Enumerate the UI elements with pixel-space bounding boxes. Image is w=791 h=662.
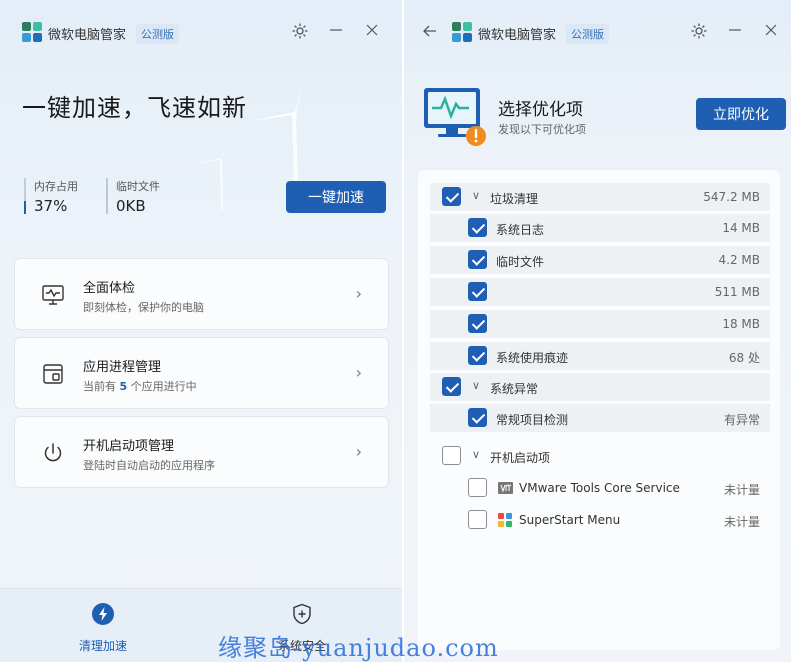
item-label: VMware Tools Core Service bbox=[519, 481, 680, 495]
item-value: 14 MB bbox=[722, 221, 760, 235]
chevron-right-icon: › bbox=[355, 284, 362, 303]
card-title: 全面体检 bbox=[83, 281, 136, 296]
optimize-now-button[interactable]: 立即优化 bbox=[696, 98, 786, 130]
section-label: 开机启动项 bbox=[490, 451, 551, 465]
chevron-down-icon[interactable]: ∨ bbox=[472, 448, 480, 461]
nav-label: 清理加速 bbox=[78, 639, 127, 653]
item-checkbox[interactable] bbox=[468, 346, 487, 365]
list-item[interactable]: 常规项目检测 有异常 bbox=[430, 404, 770, 432]
item-checkbox[interactable] bbox=[468, 510, 487, 529]
chevron-down-icon[interactable]: ∨ bbox=[472, 189, 480, 202]
item-label: 常规项目检测 bbox=[496, 413, 569, 427]
memory-usage-stat: 内存占用 37% bbox=[24, 178, 78, 215]
section-checkbox[interactable] bbox=[442, 446, 461, 465]
section-label: 系统异常 bbox=[490, 382, 539, 396]
list-item[interactable]: SuperStart Menu 未计量 bbox=[430, 506, 770, 534]
optimization-list: ∨ 垃圾清理 547.2 MB 系统日志 14 MB 临时文件 4.2 MB 5… bbox=[418, 170, 780, 650]
watermark-text: 缘聚岛-yuanjudao.com bbox=[218, 634, 499, 662]
item-value: 有异常 bbox=[723, 413, 760, 427]
wind-turbine-illustration bbox=[250, 87, 320, 185]
power-icon bbox=[44, 443, 62, 462]
full-checkup-card[interactable]: 全面体检 即刻体检，保护你的电脑 › bbox=[14, 258, 389, 330]
process-management-card[interactable]: 应用进程管理 当前有 5 个应用进行中 › bbox=[14, 337, 389, 409]
memory-value: 37% bbox=[34, 197, 68, 215]
section-startup-items[interactable]: ∨ 开机启动项 bbox=[430, 442, 770, 470]
close-icon[interactable] bbox=[362, 22, 382, 42]
chevron-right-icon: › bbox=[355, 363, 362, 382]
app-logo-icon bbox=[452, 22, 472, 42]
edition-badge: 公测版 bbox=[566, 24, 609, 44]
title-bar: 微软电脑管家 公测版 bbox=[0, 0, 402, 62]
section-system-anomaly[interactable]: ∨ 系统异常 bbox=[430, 373, 770, 401]
item-checkbox[interactable] bbox=[468, 282, 487, 301]
item-checkbox[interactable] bbox=[468, 408, 487, 427]
list-item[interactable]: 系统日志 14 MB bbox=[430, 214, 770, 242]
running-app-count: 5 bbox=[119, 380, 128, 393]
list-item[interactable]: VMware Tools Core Service 未计量 bbox=[430, 474, 770, 502]
item-value: 68 处 bbox=[728, 351, 760, 365]
item-label: 系统日志 bbox=[496, 223, 545, 237]
cleanup-window: 微软电脑管家 公测版 一键加速，飞速如新 内存占用 37% 临时文件 0KB 一… bbox=[0, 0, 402, 662]
vmware-icon bbox=[498, 482, 513, 494]
card-subtitle: 即刻体检，保护你的电脑 bbox=[83, 301, 204, 314]
optimize-subtitle: 发现以下可优化项 bbox=[498, 123, 586, 136]
minimize-icon[interactable] bbox=[725, 22, 745, 42]
nav-cleanup-accelerate[interactable]: 清理加速 bbox=[53, 603, 153, 654]
app-logo-icon bbox=[22, 22, 42, 42]
temp-files-value: 0KB bbox=[116, 197, 146, 215]
temp-files-stat: 临时文件 0KB bbox=[106, 178, 160, 215]
item-checkbox[interactable] bbox=[468, 478, 487, 497]
list-item[interactable]: 511 MB bbox=[430, 278, 770, 306]
card-title: 开机启动项管理 bbox=[83, 439, 175, 454]
one-click-accelerate-button[interactable]: 一键加速 bbox=[286, 181, 386, 213]
app-name: 微软电脑管家 bbox=[48, 28, 127, 43]
item-label: 系统使用痕迹 bbox=[496, 351, 569, 365]
hero-title: 一键加速，飞速如新 bbox=[22, 94, 247, 122]
optimize-title: 选择优化项 bbox=[498, 100, 583, 120]
item-checkbox[interactable] bbox=[468, 314, 487, 333]
section-label: 垃圾清理 bbox=[490, 192, 539, 206]
card-title: 应用进程管理 bbox=[83, 360, 162, 375]
item-label: SuperStart Menu bbox=[519, 513, 621, 527]
item-value: 未计量 bbox=[723, 515, 760, 529]
title-bar: 微软电脑管家 公测版 bbox=[404, 0, 791, 62]
section-junk-cleanup[interactable]: ∨ 垃圾清理 547.2 MB bbox=[430, 183, 770, 211]
list-item[interactable]: 临时文件 4.2 MB bbox=[430, 246, 770, 274]
item-checkbox[interactable] bbox=[468, 250, 487, 269]
item-label: 临时文件 bbox=[496, 255, 545, 269]
lightning-icon bbox=[92, 603, 114, 625]
section-checkbox[interactable] bbox=[442, 377, 461, 396]
list-item[interactable]: 18 MB bbox=[430, 310, 770, 338]
back-arrow-icon[interactable] bbox=[420, 22, 440, 42]
monitor-warning-icon bbox=[424, 88, 486, 146]
superstart-icon bbox=[498, 513, 512, 527]
close-icon[interactable] bbox=[761, 22, 781, 42]
item-value: 未计量 bbox=[723, 483, 760, 497]
item-value: 4.2 MB bbox=[718, 253, 760, 267]
app-name: 微软电脑管家 bbox=[478, 28, 557, 43]
startup-management-card[interactable]: 开机启动项管理 登陆时自动启动的应用程序 › bbox=[14, 416, 389, 488]
app-window-icon bbox=[43, 364, 63, 384]
section-value: 547.2 MB bbox=[703, 190, 760, 204]
chevron-right-icon: › bbox=[355, 442, 362, 461]
item-value: 18 MB bbox=[722, 317, 760, 331]
card-subtitle: 当前有 5 个应用进行中 bbox=[83, 380, 197, 393]
shield-plus-icon bbox=[293, 603, 311, 625]
minimize-icon[interactable] bbox=[326, 22, 346, 42]
item-checkbox[interactable] bbox=[468, 218, 487, 237]
section-checkbox[interactable] bbox=[442, 187, 461, 206]
settings-gear-icon[interactable] bbox=[290, 22, 310, 42]
item-value: 511 MB bbox=[714, 285, 760, 299]
chevron-down-icon[interactable]: ∨ bbox=[472, 379, 480, 392]
settings-gear-icon[interactable] bbox=[689, 22, 709, 42]
memory-label: 内存占用 bbox=[34, 180, 78, 193]
small-turbine-illustration bbox=[195, 142, 236, 210]
card-subtitle: 登陆时自动启动的应用程序 bbox=[83, 459, 215, 472]
edition-badge: 公测版 bbox=[136, 24, 179, 44]
optimize-window: 微软电脑管家 公测版 选择优化项 发现以下可优化项 立即优化 ∨ 垃圾清理 54… bbox=[404, 0, 791, 662]
temp-files-label: 临时文件 bbox=[116, 180, 160, 193]
monitor-pulse-icon bbox=[42, 285, 64, 305]
list-item[interactable]: 系统使用痕迹 68 处 bbox=[430, 342, 770, 370]
